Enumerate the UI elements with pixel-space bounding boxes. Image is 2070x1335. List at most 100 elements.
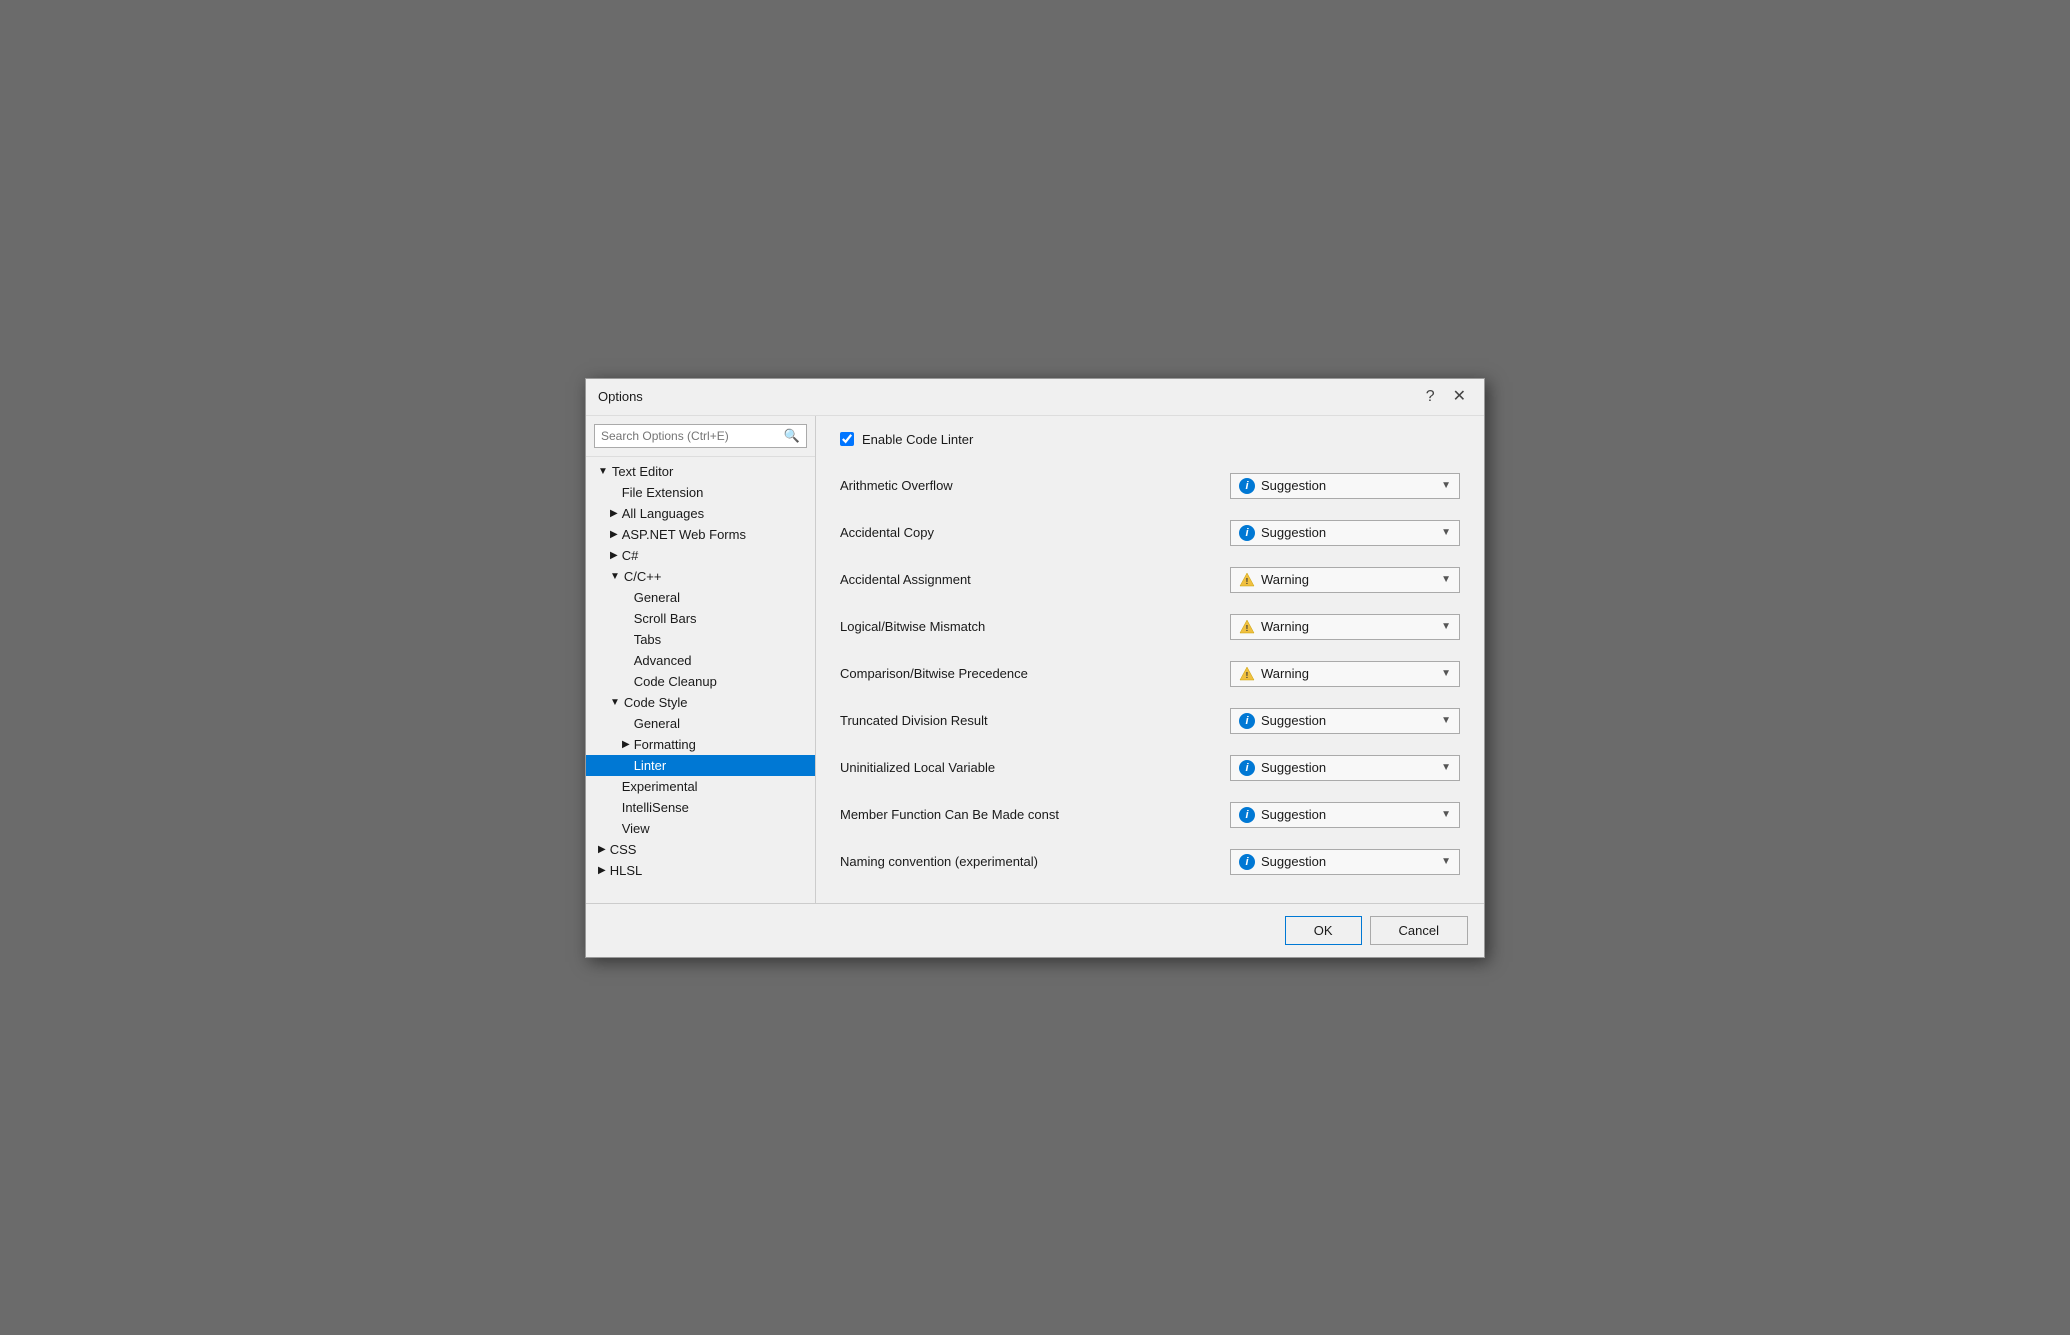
tree-item-cpp-codecleanup[interactable]: ▶Code Cleanup (586, 671, 815, 692)
option-dropdown-logical-bitwise-mismatch[interactable]: ! Warning ▼ (1230, 614, 1460, 640)
dropdown-arrow-icon: ▼ (1441, 527, 1451, 538)
warning-icon: ! (1239, 619, 1255, 635)
dropdown-arrow-icon: ▼ (1441, 762, 1451, 773)
option-dropdown-naming-convention[interactable]: i Suggestion ▼ (1230, 849, 1460, 875)
tree-item-label: All Languages (622, 506, 704, 521)
dropdown-value: Suggestion (1261, 854, 1326, 869)
tree-item-cs-general[interactable]: ▶General (586, 713, 815, 734)
tree-item-label: Linter (634, 758, 667, 773)
option-label: Logical/Bitwise Mismatch (840, 619, 985, 634)
tree-item-label: Code Style (624, 695, 688, 710)
dialog-footer: OK Cancel (586, 903, 1484, 957)
search-icon: 🔍 (784, 428, 800, 444)
tree-item-cs-formatting[interactable]: ▶Formatting (586, 734, 815, 755)
tree-item-cpp-tabs[interactable]: ▶Tabs (586, 629, 815, 650)
ok-button[interactable]: OK (1285, 916, 1362, 945)
info-icon: i (1239, 713, 1255, 729)
option-row-arithmetic-overflow: Arithmetic Overflow i Suggestion ▼ (840, 463, 1460, 510)
tree-arrow: ▼ (610, 697, 620, 708)
dropdown-arrow-icon: ▼ (1441, 621, 1451, 632)
tree-item-label: Tabs (634, 632, 661, 647)
search-box: 🔍 (586, 416, 815, 457)
svg-text:!: ! (1246, 671, 1249, 680)
tree-arrow: ▶ (598, 844, 606, 855)
cancel-button[interactable]: Cancel (1370, 916, 1468, 945)
tree-item-experimental[interactable]: ▶Experimental (586, 776, 815, 797)
option-label: Uninitialized Local Variable (840, 760, 995, 775)
dialog-body: 🔍 ▼Text Editor▶File Extension▶All Langua… (586, 416, 1484, 903)
tree-item-label: File Extension (622, 485, 704, 500)
sidebar: 🔍 ▼Text Editor▶File Extension▶All Langua… (586, 416, 816, 903)
dropdown-value: Warning (1261, 572, 1309, 587)
warning-icon: ! (1239, 666, 1255, 682)
tree-item-cpp-general[interactable]: ▶General (586, 587, 815, 608)
window-title: Options (598, 389, 643, 404)
option-dropdown-comparison-bitwise-precedence[interactable]: ! Warning ▼ (1230, 661, 1460, 687)
tree-item-label: HLSL (610, 863, 643, 878)
option-row-naming-convention: Naming convention (experimental) i Sugge… (840, 839, 1460, 886)
tree-item-label: Text Editor (612, 464, 673, 479)
tree-item-code-style[interactable]: ▼ Code Style (586, 692, 815, 713)
option-label: Truncated Division Result (840, 713, 988, 728)
option-label: Comparison/Bitwise Precedence (840, 666, 1028, 681)
tree-item-view[interactable]: ▶View (586, 818, 815, 839)
tree-item-label: Advanced (634, 653, 692, 668)
option-dropdown-uninitialized-local-variable[interactable]: i Suggestion ▼ (1230, 755, 1460, 781)
tree-item-file-extension[interactable]: ▶File Extension (586, 482, 815, 503)
tree-item-intellisense[interactable]: ▶IntelliSense (586, 797, 815, 818)
info-icon: i (1239, 478, 1255, 494)
tree-item-all-languages[interactable]: ▶ All Languages (586, 503, 815, 524)
option-label: Accidental Assignment (840, 572, 971, 587)
info-icon: i (1239, 760, 1255, 776)
tree-arrow: ▶ (610, 508, 618, 519)
option-row-accidental-assignment: Accidental Assignment ! Warning ▼ (840, 557, 1460, 604)
info-icon: i (1239, 525, 1255, 541)
tree-item-css[interactable]: ▶CSS (586, 839, 815, 860)
info-icon: i (1239, 854, 1255, 870)
dropdown-arrow-icon: ▼ (1441, 668, 1451, 679)
option-dropdown-accidental-assignment[interactable]: ! Warning ▼ (1230, 567, 1460, 593)
tree-item-label: IntelliSense (622, 800, 689, 815)
dropdown-value: Suggestion (1261, 807, 1326, 822)
option-row-uninitialized-local-variable: Uninitialized Local Variable i Suggestio… (840, 745, 1460, 792)
tree-item-cpp[interactable]: ▼C/C++ (586, 566, 815, 587)
enable-linter-row: Enable Code Linter (840, 432, 1460, 447)
dropdown-value: Warning (1261, 619, 1309, 634)
option-dropdown-accidental-copy[interactable]: i Suggestion ▼ (1230, 520, 1460, 546)
svg-text:!: ! (1246, 624, 1249, 633)
tree-arrow: ▶ (610, 550, 618, 561)
option-row-logical-bitwise-mismatch: Logical/Bitwise Mismatch ! Warning ▼ (840, 604, 1460, 651)
tree-item-cpp-scrollbars[interactable]: ▶Scroll Bars (586, 608, 815, 629)
tree-item-linter[interactable]: ▶Linter (586, 755, 815, 776)
option-label: Accidental Copy (840, 525, 934, 540)
close-button[interactable]: ✕ (1447, 387, 1472, 407)
tree-item-label: C/C++ (624, 569, 662, 584)
info-icon: i (1239, 807, 1255, 823)
main-content: Enable Code Linter Arithmetic Overflow i… (816, 416, 1484, 903)
enable-linter-checkbox[interactable] (840, 432, 854, 446)
option-dropdown-truncated-division-result[interactable]: i Suggestion ▼ (1230, 708, 1460, 734)
dropdown-arrow-icon: ▼ (1441, 574, 1451, 585)
svg-text:!: ! (1246, 577, 1249, 586)
enable-linter-label[interactable]: Enable Code Linter (862, 432, 973, 447)
tree-arrow: ▶ (598, 865, 606, 876)
search-input-wrap[interactable]: 🔍 (594, 424, 807, 448)
tree-item-cpp-advanced[interactable]: ▶Advanced (586, 650, 815, 671)
tree-item-hlsl[interactable]: ▶ HLSL (586, 860, 815, 881)
tree-item-text-editor[interactable]: ▼Text Editor (586, 461, 815, 482)
option-dropdown-arithmetic-overflow[interactable]: i Suggestion ▼ (1230, 473, 1460, 499)
option-row-truncated-division-result: Truncated Division Result i Suggestion ▼ (840, 698, 1460, 745)
tree-item-csharp[interactable]: ▶C# (586, 545, 815, 566)
tree-item-label: ASP.NET Web Forms (622, 527, 746, 542)
dropdown-value: Warning (1261, 666, 1309, 681)
tree-item-aspnet[interactable]: ▶ASP.NET Web Forms (586, 524, 815, 545)
option-dropdown-member-function-const[interactable]: i Suggestion ▼ (1230, 802, 1460, 828)
dropdown-arrow-icon: ▼ (1441, 809, 1451, 820)
tree: ▼Text Editor▶File Extension▶All Language… (586, 457, 815, 903)
option-label: Naming convention (experimental) (840, 854, 1038, 869)
help-button[interactable]: ? (1420, 387, 1441, 407)
search-input[interactable] (601, 429, 784, 443)
tree-item-label: General (634, 716, 680, 731)
option-row-accidental-copy: Accidental Copy i Suggestion ▼ (840, 510, 1460, 557)
dropdown-arrow-icon: ▼ (1441, 480, 1451, 491)
